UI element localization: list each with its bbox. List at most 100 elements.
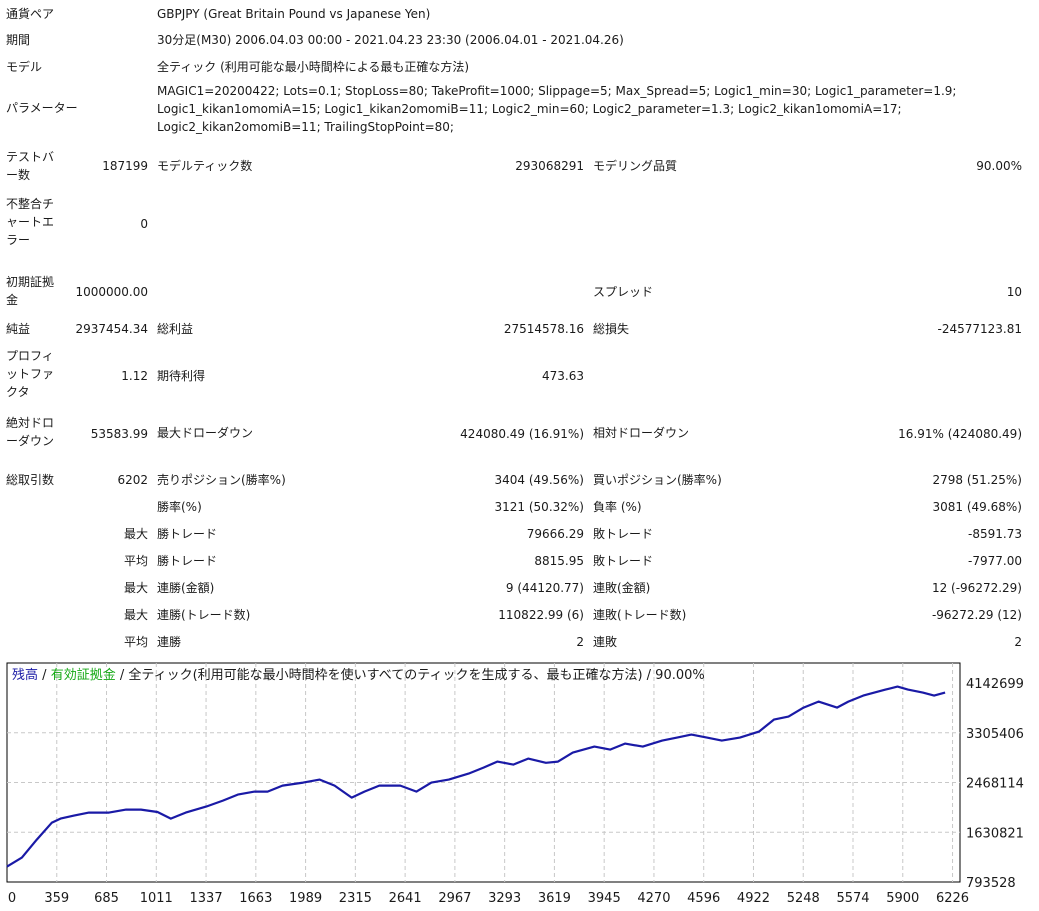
x-tick-label: 3945 (588, 891, 621, 906)
symbol-value: GBPJPY (Great Britain Pound vs Japanese … (157, 7, 431, 21)
chart-frame (6, 662, 961, 883)
total-trades-label: 総取引数 (6, 473, 55, 487)
x-tick-label: 1337 (190, 891, 223, 906)
spread-label: スプレッド (593, 285, 654, 299)
chart-legend: 残高 / 有効証拠金 / 全ティック(利用可能な最小時間枠を使いすべてのティック… (12, 667, 705, 685)
y-tick-label: 1630821 (966, 826, 1024, 841)
x-tick-label: 5574 (836, 891, 869, 906)
profit-factor-value: 1.12 (121, 369, 148, 383)
average-label: 平均 (123, 554, 148, 568)
x-tick-label: 3619 (538, 891, 571, 906)
bars-value: 187199 (102, 159, 148, 173)
params-line: Logic2_kikan2omomiB=11; TrailingStopPoin… (157, 120, 454, 134)
max-consec-profit-value: 110822.99 (6) (498, 608, 584, 622)
mismatch-label-line: ラー (6, 233, 31, 247)
deposit-label-line: 初期証拠 (6, 275, 55, 289)
legend-sep: / (119, 668, 125, 683)
deposit-value: 1000000.00 (75, 285, 148, 299)
loss-rate-label: 負率 (%) (593, 500, 642, 514)
params-label: パラメーター (6, 101, 78, 115)
bars-label-line: テストバ (6, 150, 55, 164)
avg-consec-wins-label: 連勝 (157, 635, 182, 649)
absolute-drawdown-value: 53583.99 (90, 427, 148, 441)
balance-chart: 0 359 685 1011 1337 1663 1989 2315 2641 2967 3293 3… (0, 661, 1039, 911)
relative-drawdown-value: 16.91% (424080.49) (898, 427, 1022, 441)
max-consec-losses-value: 12 (-96272.29) (931, 581, 1022, 595)
avg-consec-label: 平均 (123, 635, 148, 649)
y-tick-label: 3305406 (966, 727, 1024, 742)
gross-profit-value: 27514578.16 (503, 322, 584, 336)
expected-payoff-value: 473.63 (542, 369, 584, 383)
y-tick-label: 793528 (966, 876, 1016, 891)
x-tick-label: 1011 (140, 891, 173, 906)
bars-label-line: ー数 (6, 168, 31, 182)
net-profit-label: 純益 (6, 322, 31, 336)
long-positions-label: 買いポジション(勝率%) (593, 473, 722, 487)
params-line: Logic1_kikan1omomiA=15; Logic1_kikan2omo… (157, 102, 902, 116)
deposit-label: 初期証拠 金 (6, 273, 54, 309)
net-profit-value: 2937454.34 (75, 322, 148, 336)
x-tick-label: 4270 (637, 891, 670, 906)
x-tick-label: 2315 (339, 891, 372, 906)
avg-consec-wins-value: 2 (576, 635, 584, 649)
absolute-drawdown-label-line: 絶対ドロ (6, 416, 55, 430)
relative-drawdown-label: 相対ドローダウン (593, 426, 690, 440)
mismatch-label-line: ャートエ (6, 215, 55, 229)
profit-factor-label: プロフィ ットファ クタ (6, 347, 54, 401)
x-tick-label: 4922 (737, 891, 770, 906)
max-consec-wins-label: 連勝(金額) (157, 581, 215, 595)
maximal-drawdown-value: 424080.49 (16.91%) (460, 427, 584, 441)
absolute-drawdown-label: 絶対ドロ ーダウン (6, 414, 54, 450)
gross-profit-label: 総利益 (157, 322, 194, 336)
mismatch-value: 0 (140, 217, 148, 231)
quality-value: 90.00% (976, 159, 1022, 173)
x-tick-label: 4596 (687, 891, 720, 906)
symbol-label: 通貨ペア (6, 7, 55, 21)
deposit-label-line: 金 (6, 293, 19, 307)
y-tick-label: 2468114 (966, 777, 1024, 792)
short-positions-value: 3404 (49.56%) (494, 473, 584, 487)
profit-factor-label-line: プロフィ (6, 349, 54, 363)
legend-equity: 有効証拠金 (50, 668, 116, 683)
bars-label: テストバ ー数 (6, 148, 54, 184)
x-tick-label: 6226 (936, 891, 969, 906)
avg-consec-losses-value: 2 (1014, 635, 1022, 649)
legend-balance: 残高 (12, 668, 39, 683)
quality-label: モデリング品質 (593, 159, 678, 173)
model-value: 全ティック (利用可能な最小時間枠による最も正確な方法) (157, 60, 470, 74)
maximal-drawdown-label: 最大ドローダウン (157, 426, 254, 440)
short-positions-label: 売りポジション(勝率%) (157, 473, 286, 487)
loss-rate-value: 3081 (49.68%) (932, 500, 1022, 514)
x-tick-label: 2967 (438, 891, 471, 906)
max-consec-loss-count-value: -96272.29 (12) (931, 608, 1022, 622)
x-tick-label: 359 (44, 891, 69, 906)
total-trades-value: 6202 (117, 473, 148, 487)
max-consec-wins-value: 9 (44120.77) (505, 581, 584, 595)
x-tick-label: 1663 (239, 891, 272, 906)
largest-win-value: 79666.29 (526, 527, 584, 541)
largest-loss-label: 敗トレード (593, 527, 654, 541)
average-win-value: 8815.95 (534, 554, 584, 568)
x-tick-label: 685 (94, 891, 119, 906)
long-positions-value: 2798 (51.25%) (932, 473, 1022, 487)
x-tick-label: 5900 (886, 891, 919, 906)
params-value: MAGIC1=20200422; Lots=0.1; StopLoss=80; … (157, 82, 956, 136)
params-line: MAGIC1=20200422; Lots=0.1; StopLoss=80; … (157, 84, 957, 98)
average-win-label: 勝トレード (157, 554, 218, 568)
legend-description: 全ティック(利用可能な最小時間枠を使いすべてのティックを生成する、最も正確な方法… (128, 668, 705, 683)
legend-sep: / (42, 668, 47, 683)
expected-payoff-label: 期待利得 (157, 369, 206, 383)
average-loss-label: 敗トレード (593, 554, 654, 568)
largest-label: 最大 (123, 527, 148, 541)
absolute-drawdown-label-line: ーダウン (6, 434, 55, 448)
max-consec-loss-count-label: 連敗(トレード数) (593, 608, 687, 622)
max-consec-label: 最大 (123, 581, 148, 595)
mismatch-label: 不整合チ ャートエ ラー (6, 195, 54, 249)
largest-win-label: 勝トレード (157, 527, 218, 541)
x-tick-label: 1989 (289, 891, 322, 906)
average-loss-value: -7977.00 (968, 554, 1022, 568)
gross-loss-label: 総損失 (593, 322, 630, 336)
ticks-value: 293068291 (515, 159, 584, 173)
spread-value: 10 (1006, 285, 1022, 299)
profit-factor-label-line: ットファ (6, 367, 55, 381)
